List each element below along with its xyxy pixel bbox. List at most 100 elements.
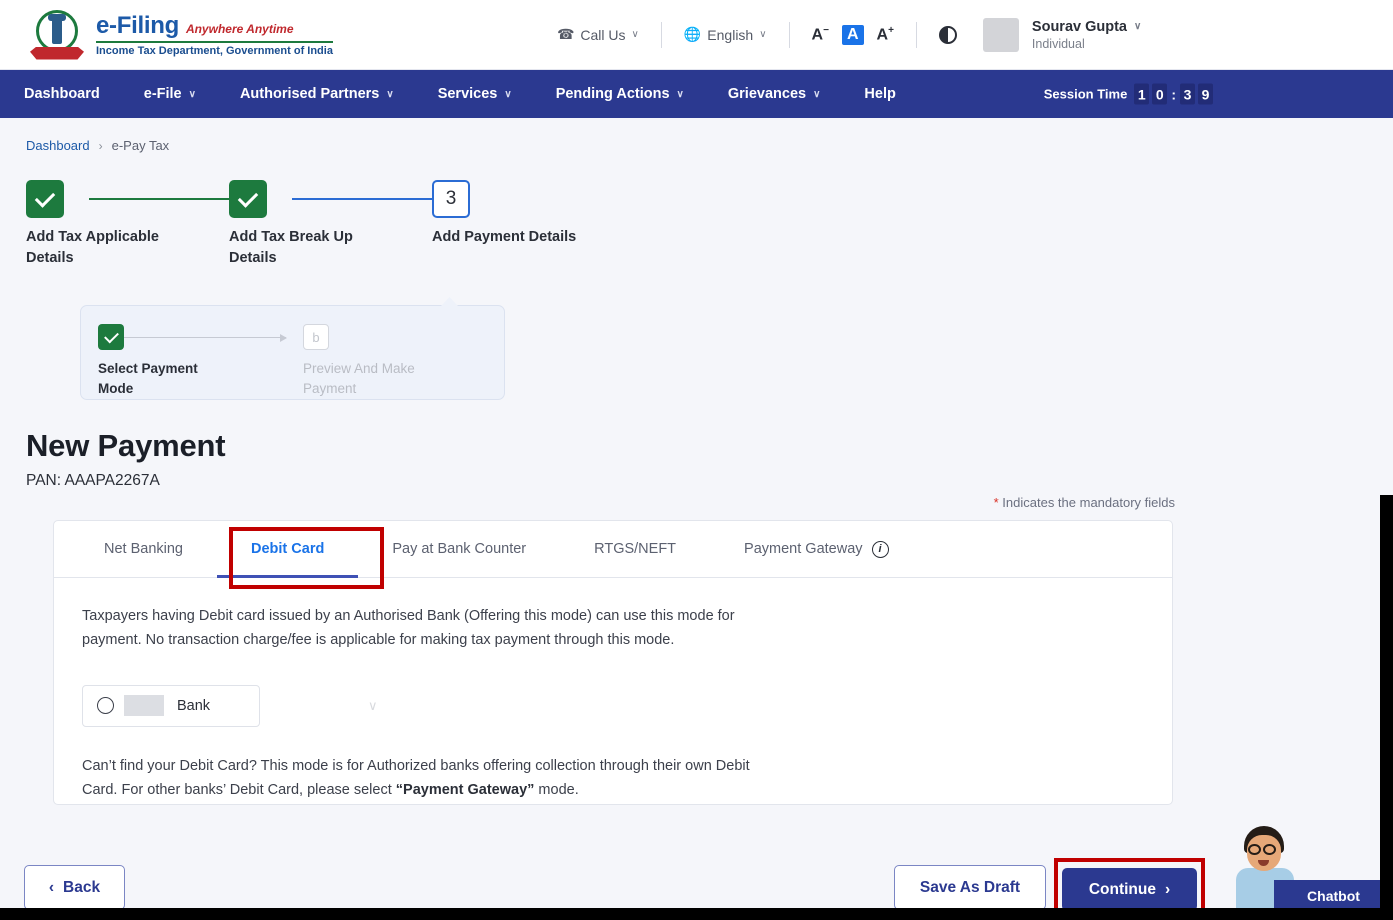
page-title: New Payment [26, 428, 225, 464]
bank-name-label: Bank [177, 698, 210, 714]
payment-mode-card: Net Banking Debit Card Pay at Bank Count… [53, 520, 1173, 805]
chatbot-widget[interactable]: Chatbot [1222, 822, 1393, 920]
chevron-left-icon: ‹ [49, 879, 54, 897]
tab-rtgs-neft[interactable]: RTGS/NEFT [560, 521, 710, 577]
chevron-down-icon: ∨ [189, 89, 196, 100]
required-asterisk: * [994, 495, 999, 510]
avatar [983, 18, 1019, 52]
screenshot-border-bottom [0, 908, 1393, 920]
info-icon[interactable]: i [872, 541, 889, 558]
nav-item-help[interactable]: Help [864, 86, 895, 102]
pan-value: PAN: AAAPA2267A [26, 472, 160, 490]
step-label: Add Payment Details [432, 227, 582, 248]
call-us-menu[interactable]: ☎ Call Us ∨ [557, 26, 639, 43]
step-label: Add Tax Applicable Details [26, 227, 176, 269]
chevron-down-icon: ∨ [759, 29, 766, 40]
top-header: e-Filing Anywhere Anytime Income Tax Dep… [0, 0, 1393, 70]
panel-description: Taxpayers having Debit card issued by an… [82, 604, 782, 653]
breadcrumb-separator: › [99, 139, 103, 153]
user-role: Individual [1032, 37, 1141, 51]
user-profile-menu[interactable]: Sourav Gupta ∨ Individual [983, 18, 1141, 52]
sub-step-label: Preview And Make Payment [303, 359, 438, 400]
session-digit: 9 [1198, 84, 1213, 105]
font-decrease-button[interactable]: A− [812, 25, 829, 44]
phone-icon: ☎ [557, 26, 574, 43]
font-size-controls: A− A A+ [812, 25, 894, 45]
brand-logo[interactable]: e-Filing Anywhere Anytime Income Tax Dep… [30, 8, 333, 62]
bank-radio-option[interactable]: Bank [82, 685, 260, 727]
check-icon [98, 324, 124, 350]
chevron-down-icon: ∨ [368, 698, 380, 714]
back-button[interactable]: ‹ Back [24, 865, 125, 910]
tab-debit-card[interactable]: Debit Card [217, 521, 358, 577]
contrast-icon[interactable] [939, 26, 957, 44]
sub-step-label: Select Payment Mode [98, 359, 233, 400]
tab-payment-gateway[interactable]: Payment Gateway i [710, 521, 922, 577]
nav-item-pending-actions[interactable]: Pending Actions∨ [556, 86, 684, 102]
nav-item-grievances[interactable]: Grievances∨ [728, 86, 821, 102]
chevron-down-icon: ∨ [1134, 21, 1141, 32]
tab-pay-at-bank-counter[interactable]: Pay at Bank Counter [358, 521, 560, 577]
chevron-down-icon: ∨ [504, 89, 511, 100]
breadcrumb-dashboard[interactable]: Dashboard [26, 138, 90, 153]
sub-step-select-payment-mode[interactable]: Select Payment Mode [98, 324, 233, 400]
note-text-bold: “Payment Gateway” [396, 782, 535, 798]
continue-button-label: Continue [1089, 881, 1156, 899]
payment-mode-tabs: Net Banking Debit Card Pay at Bank Count… [54, 521, 1172, 578]
note-text-part2: mode. [534, 782, 578, 798]
screenshot-border-right [1380, 495, 1393, 920]
save-as-draft-label: Save As Draft [920, 879, 1020, 897]
step-number: 3 [432, 180, 470, 218]
nav-item-services[interactable]: Services∨ [438, 86, 512, 102]
debit-card-panel: Taxpayers having Debit card issued by an… [54, 578, 1172, 802]
nav-item-authorised-partners[interactable]: Authorised Partners∨ [240, 86, 394, 102]
header-tools: ☎ Call Us ∨ 🌐 English ∨ A− A A+ [557, 18, 1141, 52]
step-add-tax-break-up-details[interactable]: Add Tax Break Up Details [229, 180, 379, 269]
mandatory-fields-note: * Indicates the mandatory fields [994, 495, 1175, 510]
radio-button[interactable] [97, 697, 114, 714]
nav-item-efile[interactable]: e-File∨ [144, 86, 196, 102]
brand-text: e-Filing Anywhere Anytime Income Tax Dep… [96, 12, 333, 57]
brand-title: e-Filing [96, 12, 179, 40]
session-timer: Session Time 1 0 : 3 9 [1044, 84, 1213, 105]
check-icon [229, 180, 267, 218]
language-label: English [707, 27, 753, 43]
divider [789, 22, 790, 48]
bank-logo [124, 695, 164, 716]
sub-step-preview-and-make-payment: b Preview And Make Payment [303, 324, 438, 400]
session-digit: 3 [1180, 84, 1195, 105]
page-root: e-Filing Anywhere Anytime Income Tax Dep… [0, 0, 1393, 920]
session-separator: : [1171, 86, 1176, 102]
continue-button[interactable]: Continue › [1062, 868, 1197, 911]
bank-selection-row: Bank ∨ [82, 685, 1144, 727]
chevron-right-icon: › [1165, 881, 1170, 899]
mandatory-note-text: Indicates the mandatory fields [1002, 495, 1175, 510]
save-as-draft-button[interactable]: Save As Draft [894, 865, 1046, 910]
back-button-label: Back [63, 879, 100, 897]
step-add-payment-details[interactable]: 3 Add Payment Details [432, 180, 582, 248]
content-area: Dashboard › e-Pay Tax Add Tax Applicable… [0, 118, 1393, 275]
nav-item-dashboard[interactable]: Dashboard [24, 86, 100, 102]
india-emblem-icon [30, 8, 84, 62]
chevron-down-icon: ∨ [632, 29, 639, 40]
debit-card-note: Can’t find your Debit Card? This mode is… [82, 754, 772, 803]
chevron-down-icon: ∨ [386, 89, 393, 100]
tab-net-banking[interactable]: Net Banking [70, 521, 217, 577]
language-menu[interactable]: 🌐 English ∨ [684, 26, 767, 43]
sub-stepper-panel: Select Payment Mode b Preview And Make P… [80, 305, 505, 400]
globe-icon: 🌐 [684, 26, 701, 43]
user-name: Sourav Gupta [1032, 19, 1127, 35]
session-digit: 1 [1134, 84, 1149, 105]
brand-subtitle: Income Tax Department, Government of Ind… [96, 45, 333, 57]
chevron-down-icon: ∨ [813, 89, 820, 100]
session-timer-label: Session Time [1044, 87, 1128, 102]
divider [916, 22, 917, 48]
font-normal-button[interactable]: A [842, 25, 864, 45]
font-increase-button[interactable]: A+ [877, 25, 894, 44]
progress-stepper: Add Tax Applicable Details Add Tax Break… [26, 180, 1367, 275]
chevron-down-icon: ∨ [677, 89, 684, 100]
step-add-tax-applicable-details[interactable]: Add Tax Applicable Details [26, 180, 176, 269]
main-navigation: Dashboard e-File∨ Authorised Partners∨ S… [0, 70, 1393, 118]
call-us-label: Call Us [580, 27, 625, 43]
step-label: Add Tax Break Up Details [229, 227, 379, 269]
